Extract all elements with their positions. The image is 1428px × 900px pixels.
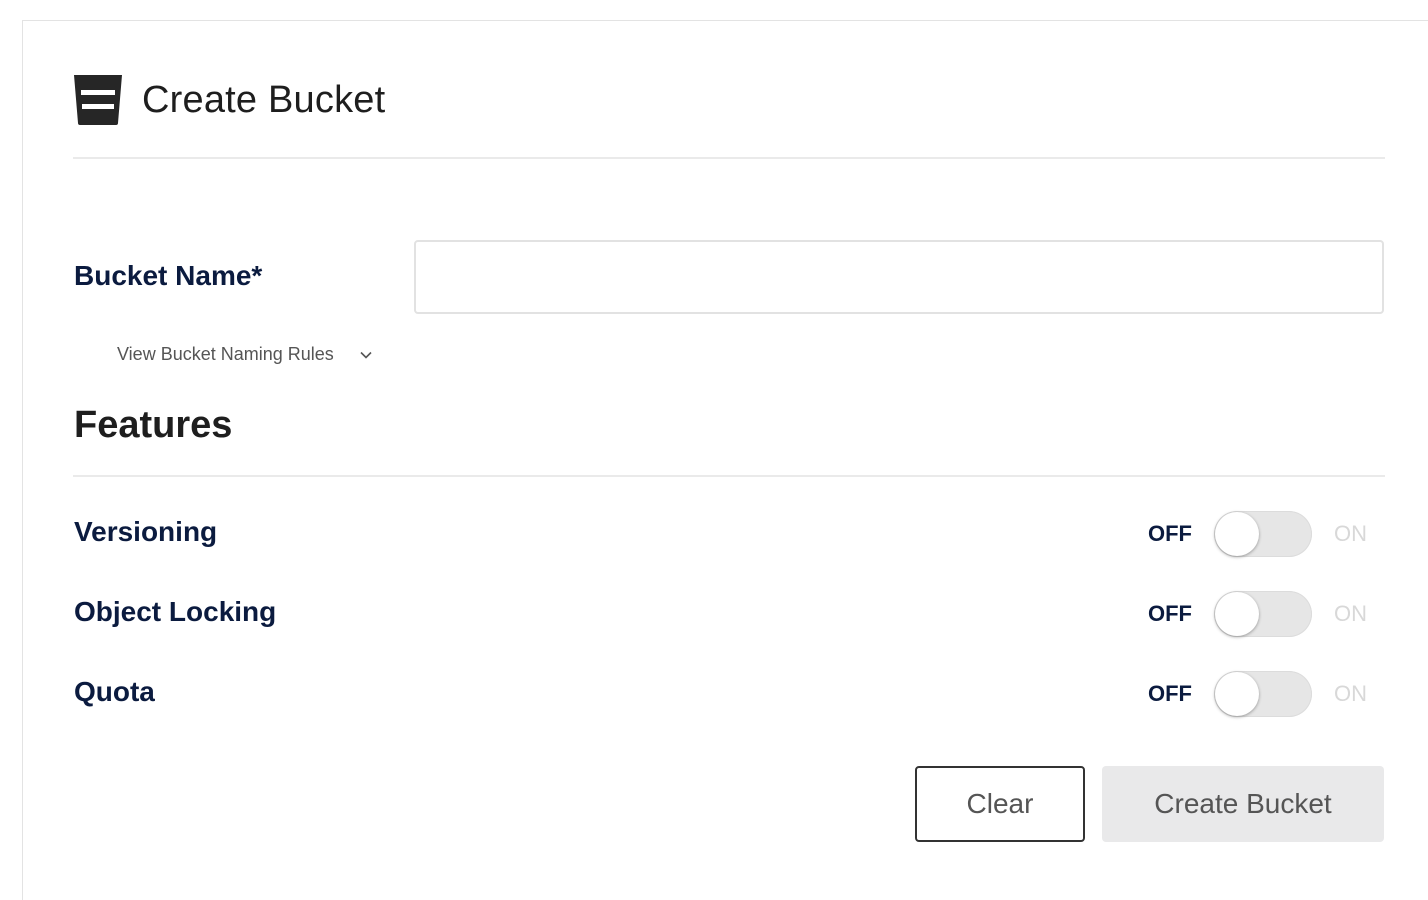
features-heading: Features <box>74 404 233 446</box>
versioning-toggle[interactable] <box>1214 511 1312 557</box>
view-naming-rules-toggle[interactable]: View Bucket Naming Rules <box>117 344 374 365</box>
object-locking-toggle[interactable] <box>1214 591 1312 637</box>
object-locking-switch: OFF ON <box>1148 590 1367 638</box>
feature-row-object-locking: Object Locking OFF ON <box>0 590 1428 638</box>
page-title: Create Bucket <box>142 78 386 121</box>
create-bucket-button[interactable]: Create Bucket <box>1102 766 1384 842</box>
page-header: Create Bucket <box>72 70 385 130</box>
switch-off-label: OFF <box>1148 521 1192 546</box>
versioning-label: Versioning <box>74 516 218 547</box>
switch-on-label: ON <box>1334 521 1367 546</box>
header-divider <box>73 157 1385 159</box>
toggle-knob <box>1215 592 1259 636</box>
quota-switch: OFF ON <box>1148 670 1367 718</box>
feature-row-versioning: Versioning OFF ON <box>0 510 1428 558</box>
chevron-down-icon <box>358 347 374 363</box>
clear-button[interactable]: Clear <box>915 766 1085 842</box>
features-divider <box>73 475 1385 477</box>
switch-off-label: OFF <box>1148 601 1192 626</box>
bucket-name-input[interactable] <box>414 240 1384 314</box>
quota-toggle[interactable] <box>1214 671 1312 717</box>
bucket-name-label: Bucket Name* <box>74 260 263 291</box>
bucket-icon <box>72 73 124 127</box>
switch-on-label: ON <box>1334 601 1367 626</box>
object-locking-label: Object Locking <box>74 596 277 627</box>
naming-rules-label: View Bucket Naming Rules <box>117 344 334 364</box>
switch-off-label: OFF <box>1148 681 1192 706</box>
toggle-knob <box>1215 672 1259 716</box>
versioning-switch: OFF ON <box>1148 510 1367 558</box>
switch-on-label: ON <box>1334 681 1367 706</box>
feature-row-quota: Quota OFF ON <box>0 670 1428 718</box>
toggle-knob <box>1215 512 1259 556</box>
quota-label: Quota <box>74 676 155 707</box>
